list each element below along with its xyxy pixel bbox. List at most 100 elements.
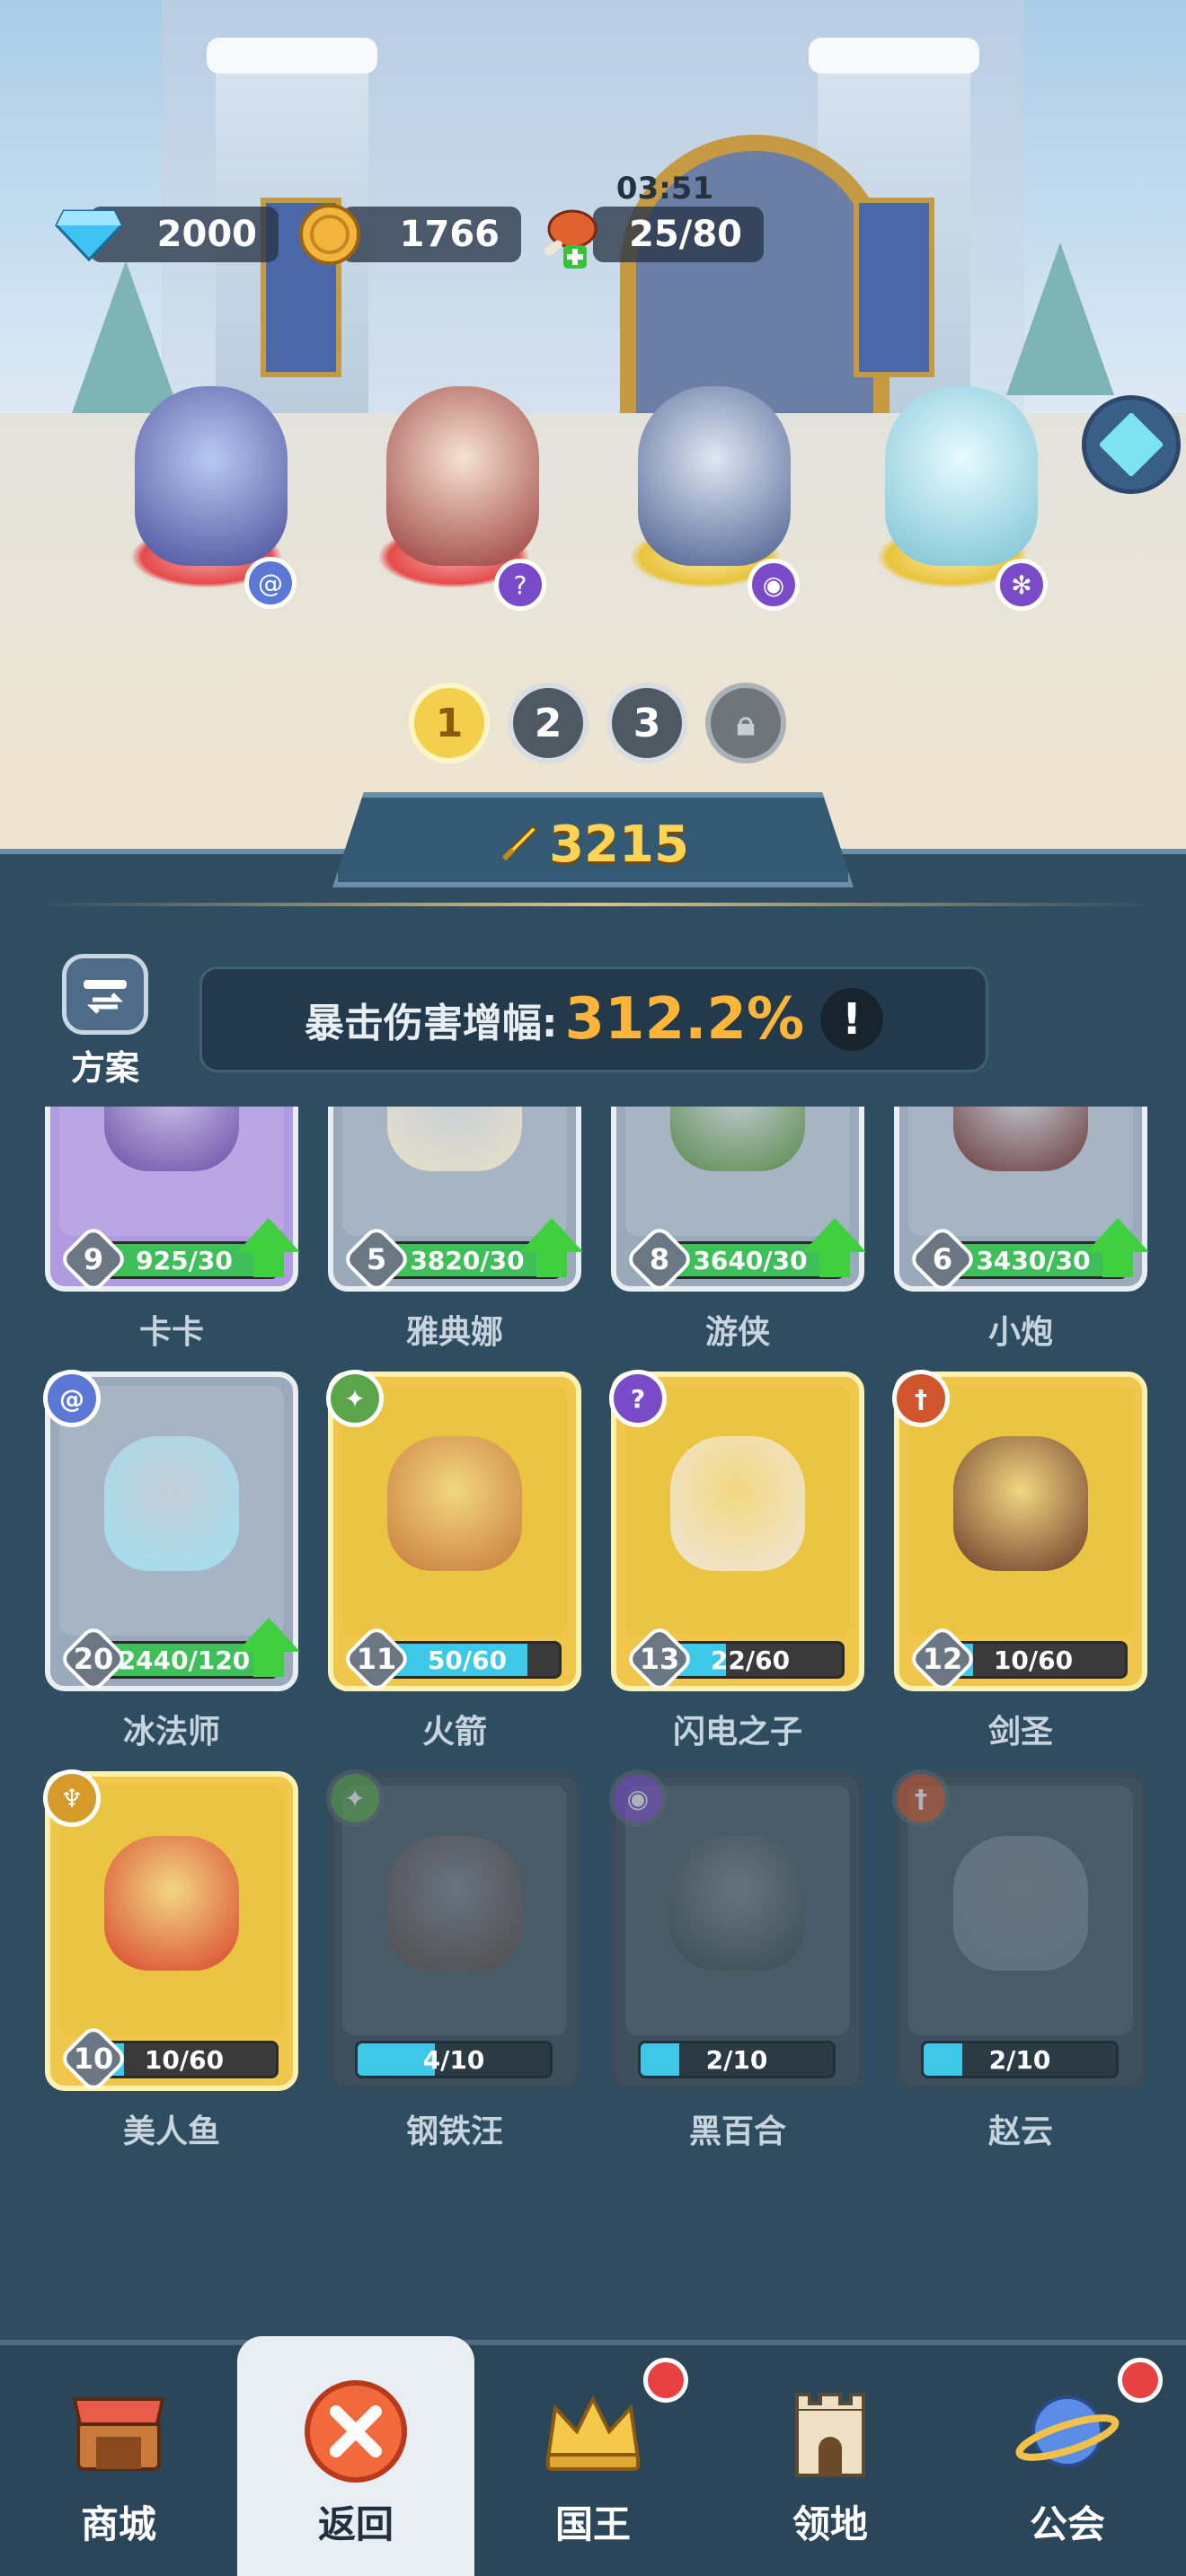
hero-portrait — [670, 1107, 805, 1171]
hero-name: 雅典娜 — [405, 1314, 503, 1351]
hero-card[interactable]: ◉ 2/10 黑百合 — [609, 1769, 864, 2150]
coin-counter[interactable]: 1766 — [341, 207, 521, 262]
gem-amount: 2000 — [156, 214, 257, 255]
scheme-button[interactable]: 方案 — [56, 954, 155, 1088]
level-text: 20 — [73, 1642, 114, 1676]
spiral-icon: @ — [244, 557, 296, 609]
question-icon: ? — [609, 1370, 667, 1427]
formation-hero-3[interactable] — [638, 386, 791, 566]
hero-name: 钢铁汪 — [405, 2113, 503, 2150]
nav-label: 返回 — [317, 2502, 394, 2546]
panel-divider — [36, 903, 1150, 906]
shard-progress-bar: 2/10 — [921, 2041, 1119, 2078]
hero-name: 剑圣 — [987, 1714, 1053, 1751]
level-text: 13 — [639, 1642, 680, 1676]
lineup-tab-locked[interactable]: 🔒︎ — [705, 683, 786, 763]
hero-portrait — [104, 1436, 239, 1571]
upgrade-arrow-icon[interactable] — [237, 1618, 300, 1681]
hero-card[interactable]: @20 2440/120 冰法师 — [43, 1370, 300, 1751]
snowy-tree — [1006, 243, 1114, 395]
upgrade-arrow-icon[interactable] — [520, 1218, 583, 1281]
hero-name: 冰法师 — [122, 1714, 220, 1751]
diamond-grid-icon — [1100, 413, 1163, 476]
hero-card[interactable]: ➶83640/30游侠 — [611, 1107, 866, 1351]
lineup-tab-2[interactable]: 2 — [508, 683, 589, 763]
hero-card[interactable]: @9925/30卡卡 — [45, 1107, 300, 1351]
hero-name: 黑百合 — [688, 2113, 786, 2150]
hero-name: 小炮 — [987, 1314, 1053, 1351]
nav-label: 领地 — [792, 2502, 868, 2546]
hero-portrait — [670, 1836, 805, 1971]
hero-card[interactable]: ♆ 10 10/60 美人鱼 — [43, 1769, 298, 2150]
question-icon: ? — [494, 559, 546, 611]
lock-icon: 🔒︎ — [736, 702, 756, 743]
hero-card[interactable]: ✦ 11 50/60 火箭 — [326, 1370, 581, 1751]
gem-icon — [54, 199, 124, 269]
hero-portrait — [953, 1107, 1088, 1171]
hero-card[interactable]: ●63430/30小炮 — [894, 1107, 1149, 1351]
shard-progress-text: 2/10 — [988, 2044, 1051, 2075]
castle-icon — [776, 2378, 884, 2485]
planet-icon — [1013, 2378, 1121, 2485]
hero-portrait — [387, 1436, 522, 1571]
hero-card[interactable]: ✦ 4/10 钢铁汪 — [326, 1769, 581, 2150]
upgrade-arrow-icon[interactable] — [237, 1218, 300, 1281]
hero-name: 火箭 — [421, 1714, 487, 1751]
castle-banner — [854, 198, 934, 377]
notification-dot — [643, 2358, 688, 2403]
upgrade-arrow-icon[interactable] — [803, 1218, 866, 1281]
lineup-tab-label: 1 — [435, 700, 464, 746]
nav-item-shop[interactable]: 商城 — [0, 2345, 237, 2576]
hero-name: 美人鱼 — [122, 2113, 220, 2150]
team-power: 3215 — [332, 804, 854, 885]
formation-hero-1[interactable] — [135, 386, 288, 566]
crit-label: 暴击伤害增幅: — [304, 1001, 558, 1046]
nav-item-castle[interactable]: 领地 — [712, 2345, 949, 2576]
close-icon — [302, 2378, 410, 2485]
stamina-counter[interactable]: 25/80 — [593, 207, 764, 262]
lineup-tab-1[interactable]: 1 — [409, 683, 490, 763]
shop-icon — [65, 2378, 173, 2485]
shard-progress-bar: 2/10 — [638, 2041, 836, 2078]
hero-card[interactable]: † 12 10/60 剑圣 — [892, 1370, 1147, 1751]
info-icon: ! — [842, 994, 863, 1045]
coin-amount: 1766 — [399, 214, 500, 255]
spiral-icon: @ — [43, 1370, 101, 1427]
hero-name: 卡卡 — [138, 1314, 204, 1351]
nav-item-crown[interactable]: 国王 — [474, 2345, 712, 2576]
upgrade-arrow-icon[interactable] — [1086, 1218, 1149, 1281]
meat-icon — [535, 199, 606, 269]
nav-label: 公会 — [1029, 2502, 1105, 2546]
eye-icon: ◉ — [609, 1769, 667, 1827]
hero-card[interactable]: † 2/10 赵云 — [892, 1769, 1147, 2150]
sword-power-icon — [501, 825, 538, 861]
scheme-label: 方案 — [70, 1048, 139, 1088]
crit-bonus-bar: 暴击伤害增幅: 312.2% ! — [199, 966, 988, 1072]
lineup-tab-label: 3 — [633, 700, 661, 746]
formation-hero-2[interactable] — [386, 386, 539, 566]
crown-icon — [539, 2378, 647, 2485]
formation-hero-4[interactable] — [885, 386, 1038, 566]
shard-progress-bar: 4/10 — [355, 2041, 553, 2078]
wing-icon: ♆ — [43, 1769, 101, 1827]
hero-name: 游侠 — [704, 1314, 770, 1351]
level-text: 5 — [366, 1242, 387, 1276]
stamina-amount: 25/80 — [629, 214, 742, 255]
scheme-icon — [62, 954, 148, 1035]
nav-item-planet[interactable]: 公会 — [949, 2345, 1186, 2576]
hero-portrait — [104, 1836, 239, 1971]
level-text: 9 — [83, 1242, 104, 1276]
crit-info-button[interactable]: ! — [820, 988, 884, 1051]
stamina-timer: 03:51 — [615, 171, 714, 207]
lineup-tab-3[interactable]: 3 — [606, 683, 687, 763]
hero-card[interactable]: ? 13 22/60 闪电之子 — [609, 1370, 864, 1751]
paw-icon: ✻ — [996, 559, 1048, 611]
formation-switch-button[interactable] — [1082, 395, 1181, 494]
hero-portrait — [953, 1836, 1088, 1971]
lineup-tab-label: 2 — [534, 700, 562, 746]
power-value: 3215 — [549, 815, 689, 874]
bottom-nav: 商城 返回 国王 领地 公会 — [0, 2336, 1186, 2576]
nav-item-close[interactable]: 返回 — [237, 2336, 474, 2576]
hero-card[interactable]: ?53820/30雅典娜 — [328, 1107, 583, 1351]
hero-name: 闪电之子 — [672, 1714, 802, 1751]
